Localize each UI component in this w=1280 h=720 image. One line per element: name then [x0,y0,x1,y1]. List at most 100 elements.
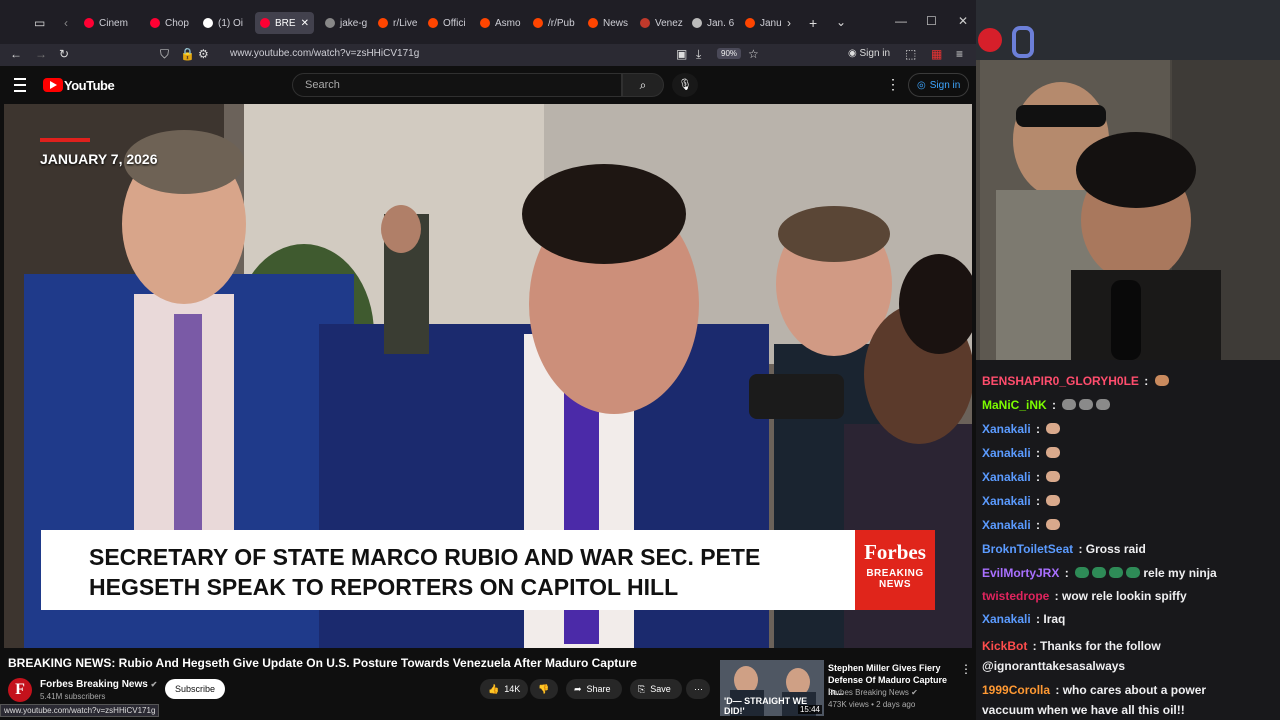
tab-scroll-right-icon[interactable]: › [787,16,791,30]
more-actions-button[interactable]: ⋯ [686,679,710,699]
channel-name[interactable]: Forbes Breaking News ✔ [40,679,157,690]
browser-tab[interactable]: BRE ✕ [255,12,314,34]
tab-favicon-icon [378,18,388,28]
youtube-header: YouTube Search ⌕ 🎙 ⋮ ◎ Sign in [0,66,976,104]
tab-scroll-left-icon[interactable]: ‹ [64,16,68,30]
browser-tab[interactable]: jake-g [325,12,367,34]
youtube-wordmark[interactable]: YouTube [64,78,115,93]
tab-favicon-icon [150,18,160,28]
save-button[interactable]: ⎘ Save [630,679,682,699]
chat-username[interactable]: Xanakali [982,446,1031,460]
permissions-icon[interactable]: ⚙ [198,47,209,61]
dislike-button[interactable]: 👎 [530,679,558,699]
webcam-frame [976,0,1280,360]
tab-label: (1) Oi [218,17,243,29]
account-icon: ◉ [848,48,860,59]
chat-username[interactable]: Xanakali [982,422,1031,436]
chat-message: Xanakali : [982,518,1061,532]
tab-favicon-icon [533,18,543,28]
subscribe-button[interactable]: Subscribe [165,679,226,699]
video-player[interactable]: JANUARY 7, 2026 SECRETARY OF STATE MARCO… [4,104,972,648]
browser-tab[interactable]: Chop [150,12,189,34]
share-arrow-icon: ➦ [574,683,582,694]
close-window-icon[interactable]: ✕ [958,14,968,28]
chat-username[interactable]: BENSHAPIR0_GLORYH0LE [982,374,1139,388]
verified-check-icon: ✔ [150,680,158,689]
browser-tab[interactable]: News [588,12,628,34]
chat-message: BroknToiletSeat : Gross raid [982,542,1146,556]
chat-username[interactable]: BroknToiletSeat [982,542,1073,556]
chat-username[interactable]: MaNiC_iNK [982,398,1047,412]
chat-username[interactable]: Xanakali [982,518,1031,532]
tab-list-icon[interactable]: ▭ [34,16,45,30]
tab-menu-chevron-icon[interactable]: ⌄ [836,15,846,29]
recommended-channel[interactable]: Forbes Breaking News ✔ [828,688,918,697]
picture-in-picture-icon[interactable]: ▣ [676,47,687,61]
new-tab-icon[interactable]: + [809,15,817,31]
chat-username[interactable]: 1999Corolla [982,683,1050,697]
browser-tab[interactable]: Cinem [84,12,128,34]
more-horizontal-icon: ⋯ [694,683,703,694]
extension-badge-icon[interactable]: ▦ [931,47,942,61]
search-button[interactable]: ⌕ [622,73,664,97]
browser-tab[interactable]: Offici [428,12,466,34]
shield-icon[interactable]: ⛉ [160,47,169,62]
lock-icon[interactable]: 🔒 [180,47,195,61]
tab-label: Jan. 6 [707,17,735,29]
tab-label: Venez [655,17,683,29]
extensions-icon[interactable]: ⬚ [905,47,916,61]
settings-kebab-icon[interactable]: ⋮ [886,76,900,93]
maximize-icon[interactable]: ☐ [926,14,937,28]
voice-search-button[interactable]: 🎙 [672,73,698,97]
save-playlist-icon: ⎘ [638,683,646,694]
chat-separator: : [1032,446,1044,460]
recommended-more-icon[interactable]: ⋮ [960,662,972,676]
tab-close-icon[interactable]: ✕ [301,18,309,29]
browser-sign-in-label: Sign in [859,48,891,59]
minimize-icon[interactable]: — [895,14,907,28]
lower-third-banner: SECRETARY OF STATE MARCO RUBIO AND WAR S… [41,530,855,610]
save-page-icon[interactable]: ⤓ [696,47,701,62]
tab-label: Asmo [495,17,521,29]
youtube-logo-icon[interactable] [43,78,63,92]
browser-tab[interactable]: (1) Oi [203,12,243,34]
zoom-level[interactable]: 90% [717,48,742,59]
guide-menu-icon[interactable] [14,78,26,92]
chat-message-text: rele my ninja [1140,566,1217,580]
like-count: 14K [504,684,521,694]
chat-username[interactable]: twistedrope [982,589,1049,603]
youtube-sign-in-label: Sign in [929,79,961,91]
chat-username[interactable]: KickBot [982,639,1027,653]
like-button[interactable]: 👍 14K [480,679,528,699]
browser-tab[interactable]: r/Live [378,12,417,34]
bookmark-star-icon[interactable]: ☆ [748,47,759,61]
tab-favicon-icon [480,18,490,28]
forward-icon[interactable]: → [35,47,47,61]
browser-tab[interactable]: Asmo [480,12,521,34]
tab-favicon-icon [84,18,94,28]
chat-message-text: Iraq [1043,612,1066,626]
chat-emote-icon [1154,375,1169,386]
recommended-channel-text: Forbes Breaking News [828,688,909,697]
search-input[interactable]: Search [292,73,622,97]
chat-username[interactable]: Xanakali [982,470,1031,484]
channel-avatar[interactable]: F [8,678,32,702]
reload-icon[interactable]: ↻ [59,47,69,61]
browser-tab[interactable]: Jan. 6 [692,12,734,34]
stream-chat: BENSHAPIR0_GLORYH0LE : MaNiC_iNK : Xanak… [976,360,1280,720]
chat-username[interactable]: Xanakali [982,612,1031,626]
browser-account-button[interactable]: ◉ Sign in [848,48,890,59]
browser-tab[interactable]: Janu [745,12,782,34]
hamburger-menu-icon[interactable]: ≡ [956,47,963,61]
browser-tab[interactable]: /r/Pub [533,12,575,34]
recommended-thumbnail[interactable]: 'D— STRAIGHT WE DID!' 15:44 [720,660,824,716]
chat-message: twistedrope : wow rele lookin spiffy [982,589,1187,603]
chat-username[interactable]: EvilMortyJRX [982,566,1059,580]
share-button[interactable]: ➦ Share [566,679,622,699]
youtube-sign-in-button[interactable]: ◎ Sign in [908,73,970,97]
breaking-news-label: BREAKING NEWS [866,568,924,590]
url-bar[interactable]: www.youtube.com/watch?v=zsHHiCV171g [230,48,419,59]
chat-username[interactable]: Xanakali [982,494,1031,508]
back-icon[interactable]: ← [10,47,22,61]
browser-tab[interactable]: Venez [640,12,683,34]
